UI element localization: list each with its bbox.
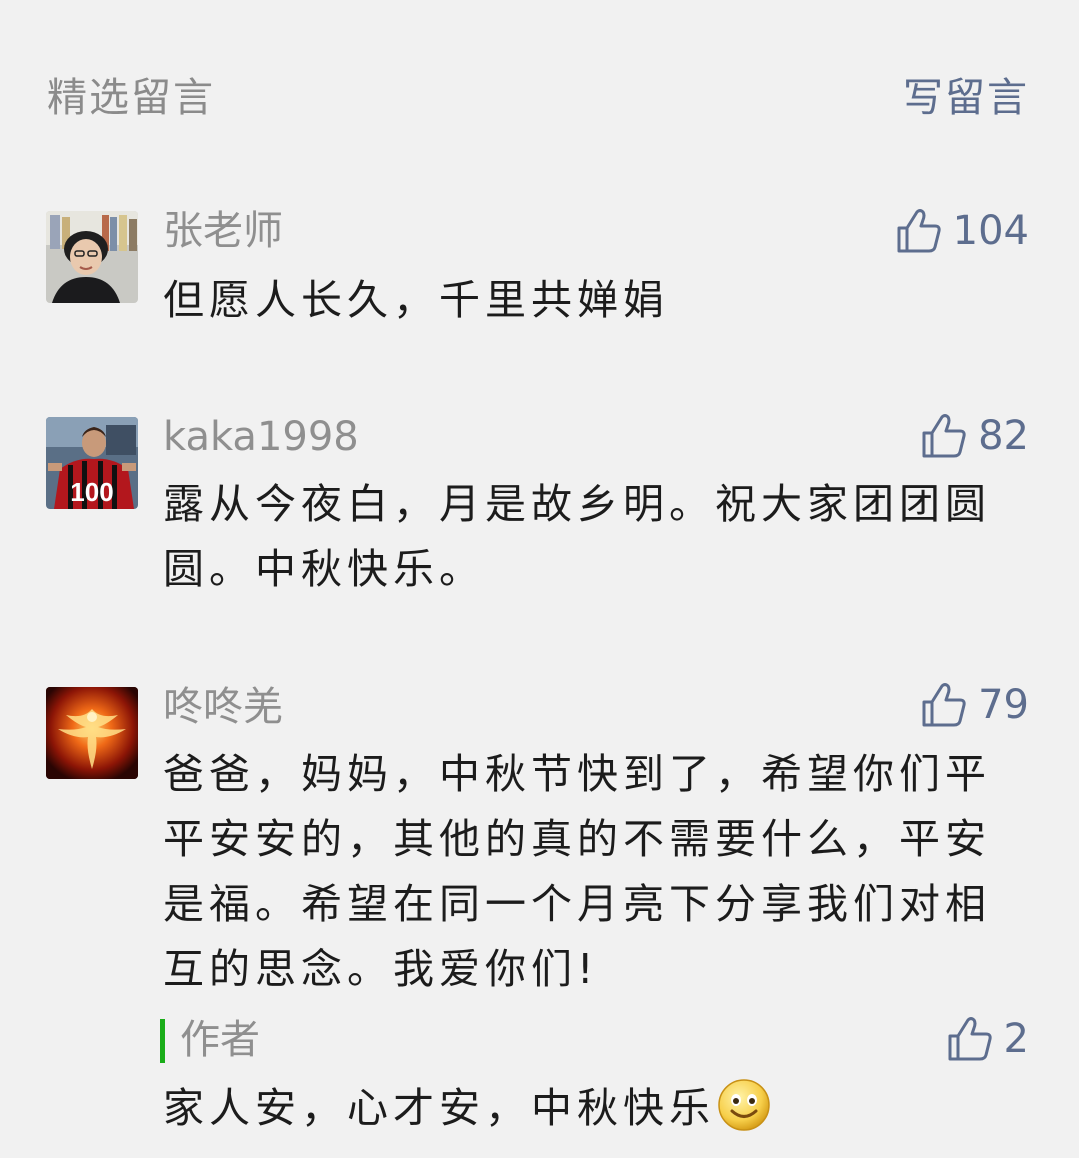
- like-button[interactable]: 104: [895, 205, 1029, 257]
- comment-text: 露从今夜白，月是故乡明。祝大家团团圆圆。中秋快乐。: [163, 480, 991, 593]
- avatar[interactable]: [46, 687, 138, 779]
- smile-emoji-icon: [717, 1078, 771, 1151]
- like-button[interactable]: 82: [920, 410, 1029, 462]
- like-count: 2: [1003, 1016, 1029, 1062]
- like-button[interactable]: 79: [920, 679, 1029, 731]
- avatar[interactable]: 100: [46, 417, 138, 509]
- thumbs-up-icon: [922, 683, 966, 727]
- section-title: 精选留言: [47, 75, 215, 121]
- commenter-name: kaka1998: [163, 414, 359, 460]
- thumbs-up-icon: [897, 209, 941, 253]
- thumbs-up-icon: [948, 1017, 992, 1061]
- commenter-name: 咚咚羌: [163, 684, 283, 730]
- thumbs-up-icon: [922, 414, 966, 458]
- author-reply-body: 家人安，心才安，中秋快乐: [163, 1084, 715, 1132]
- commenter-name: 张老师: [163, 208, 283, 254]
- comments-header: 精选留言 写留言: [0, 0, 1079, 160]
- author-reply-like-button[interactable]: 2: [946, 1013, 1029, 1065]
- comment-text: 爸爸，妈妈，中秋节快到了，希望你们平平安安的，其他的真的不需要什么，平安是福。希…: [163, 750, 991, 993]
- write-comment-button[interactable]: 写留言: [903, 72, 1029, 124]
- author-label: 作者: [180, 1017, 260, 1063]
- comment-text: 但愿人长久，千里共婵娟: [163, 276, 669, 324]
- avatar[interactable]: [46, 211, 138, 303]
- like-count: 104: [952, 208, 1029, 254]
- author-reply-text: 家人安，心才安，中秋快乐: [163, 1076, 993, 1151]
- like-count: 79: [978, 682, 1029, 728]
- svg-text:100: 100: [70, 477, 113, 507]
- author-reply-accent: [160, 1019, 165, 1063]
- like-count: 82: [978, 413, 1029, 459]
